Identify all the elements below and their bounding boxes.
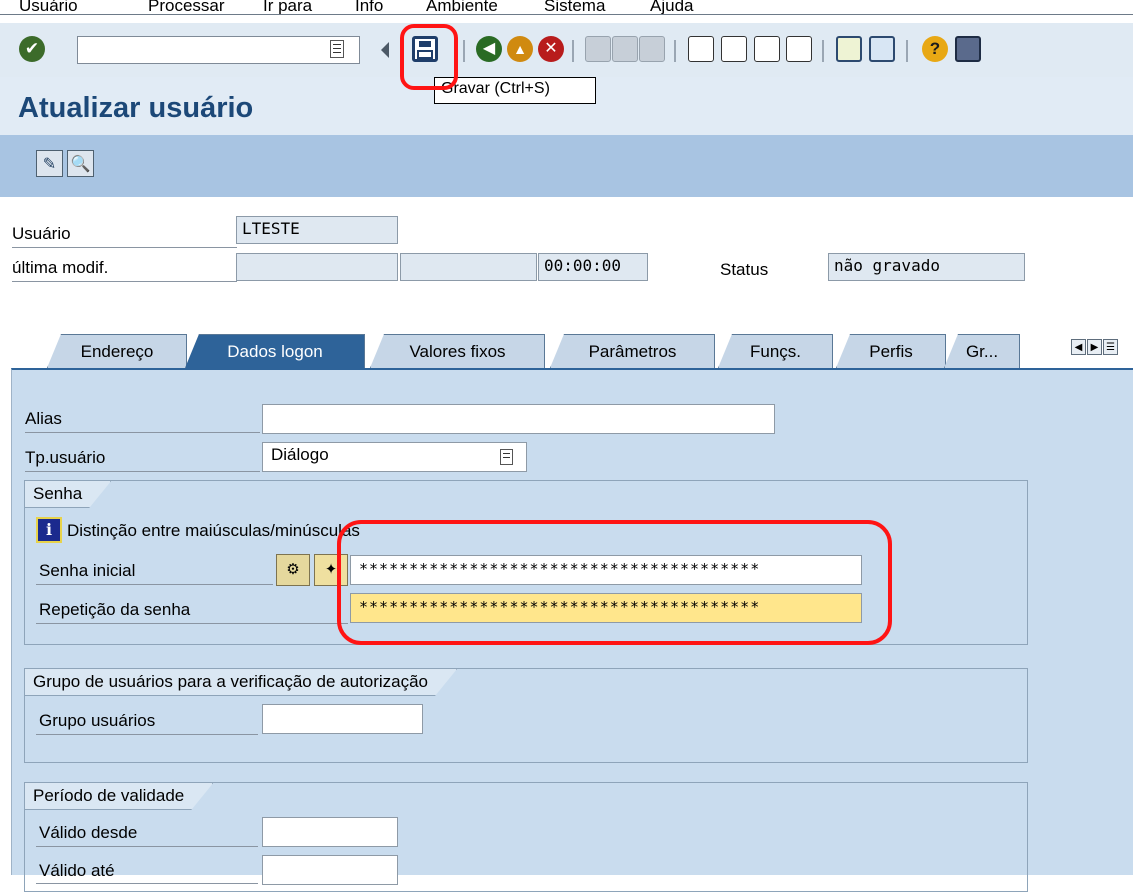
password-group-title-text: Senha [33, 484, 83, 503]
user-label: Usuário [12, 224, 71, 243]
repeat-password-label-row: Repetição da senha [36, 597, 348, 624]
shortcut-icon[interactable] [869, 36, 895, 62]
tab-dados-logon[interactable]: Dados logon [185, 334, 365, 368]
valid-from-input[interactable] [262, 817, 398, 847]
info-icon[interactable]: i [36, 517, 62, 543]
toolbar-separator [674, 40, 676, 62]
last-change-label: última modif. [12, 258, 109, 277]
user-type-value: Diálogo [271, 445, 329, 464]
user-group-label-row: Grupo usuários [36, 708, 258, 735]
user-group-label: Grupo usuários [39, 711, 156, 730]
repeat-password-label: Repetição da senha [39, 600, 191, 619]
tab-scroll-right-icon[interactable]: ▶ [1087, 339, 1102, 355]
user-field: LTESTE [236, 216, 398, 244]
find-icon[interactable] [612, 36, 638, 62]
menu-divider [0, 14, 1133, 15]
tab-label: Dados logon [227, 341, 323, 361]
tab-label: Perfis [869, 341, 913, 361]
alias-input[interactable] [262, 404, 775, 434]
valid-from-label: Válido desde [39, 823, 138, 842]
change-display-icon[interactable]: ✎ [36, 150, 63, 177]
application-toolbar [0, 135, 1133, 197]
command-field[interactable] [77, 36, 360, 64]
command-collapse-icon[interactable] [381, 42, 389, 58]
toolbar-separator [572, 40, 574, 62]
tab-parametros[interactable]: Parâmetros [550, 334, 715, 368]
user-label-row: Usuário [12, 221, 237, 248]
customize-layout-icon[interactable] [955, 36, 981, 62]
exit-icon[interactable]: ▲ [507, 36, 533, 62]
tab-scroll-left-icon[interactable]: ◀ [1071, 339, 1086, 355]
status-field: não gravado [828, 253, 1025, 281]
last-change-time-field: 00:00:00 [538, 253, 648, 281]
valid-to-label-row: Válido até [36, 857, 258, 884]
last-change-label-row: última modif. [12, 255, 237, 282]
password-generator-icon[interactable]: ⚙ [276, 554, 310, 586]
last-change-user-field [400, 253, 537, 281]
valid-to-input[interactable] [262, 855, 398, 885]
page-title: Atualizar usuário [18, 92, 254, 124]
valid-to-label: Válido até [39, 861, 115, 880]
cancel-icon[interactable]: ✕ [538, 36, 564, 62]
back-icon[interactable]: ◀ [476, 36, 502, 62]
auth-group-title-text: Grupo de usuários para a verificação de … [33, 672, 429, 691]
user-group-input[interactable] [262, 704, 423, 734]
print-icon[interactable] [585, 36, 611, 62]
validity-group-title: Período de validade [25, 783, 213, 810]
help-icon[interactable]: ? [922, 36, 948, 62]
tab-valores-fixos[interactable]: Valores fixos [370, 334, 545, 368]
toolbar-separator [463, 40, 465, 62]
new-session-icon[interactable] [836, 36, 862, 62]
case-sensitive-info: Distinção entre maiúsculas/minúsculas [67, 521, 360, 540]
tab-label: Parâmetros [588, 341, 677, 361]
user-type-select[interactable]: Diálogo [262, 442, 527, 472]
alias-label: Alias [25, 409, 62, 428]
auth-group-title: Grupo de usuários para a verificação de … [25, 669, 457, 696]
last-page-icon[interactable] [786, 36, 812, 62]
previous-page-icon[interactable] [721, 36, 747, 62]
tab-label: Valores fixos [409, 341, 506, 361]
find-next-icon[interactable] [639, 36, 665, 62]
initial-password-label-row: Senha inicial [36, 558, 273, 585]
check-icon[interactable]: 🔍 [67, 150, 94, 177]
last-change-date-field [236, 253, 398, 281]
tab-label: Gr... [965, 341, 999, 361]
tab-label: Funçs. [749, 341, 802, 361]
tab-endereco[interactable]: Endereço [47, 334, 187, 368]
valid-from-label-row: Válido desde [36, 820, 258, 847]
highlight-password-fields [337, 520, 892, 645]
status-label: Status [720, 260, 769, 279]
enter-check-icon[interactable]: ✔ [19, 36, 45, 62]
toolbar-separator [822, 40, 824, 62]
command-dropdown-icon[interactable] [330, 40, 344, 58]
validity-group-title-text: Período de validade [33, 786, 185, 805]
tab-list-icon[interactable]: ☰ [1103, 339, 1118, 355]
next-page-icon[interactable] [754, 36, 780, 62]
alias-label-row: Alias [25, 406, 260, 433]
user-type-label-row: Tp.usuário [25, 445, 260, 472]
tab-funcoes[interactable]: Funçs. [718, 334, 833, 368]
toolbar-separator [906, 40, 908, 62]
first-page-icon[interactable] [688, 36, 714, 62]
user-type-label: Tp.usuário [25, 448, 106, 467]
user-type-dropdown-icon[interactable] [500, 449, 513, 465]
menu-bar: Usuário Processar Ir para Info Ambiente … [0, 0, 1133, 22]
highlight-save-button [400, 24, 458, 90]
save-tooltip: Gravar (Ctrl+S) [434, 77, 596, 104]
tab-perfis[interactable]: Perfis [836, 334, 946, 368]
tab-label: Endereço [80, 341, 154, 361]
initial-password-label: Senha inicial [39, 561, 136, 580]
